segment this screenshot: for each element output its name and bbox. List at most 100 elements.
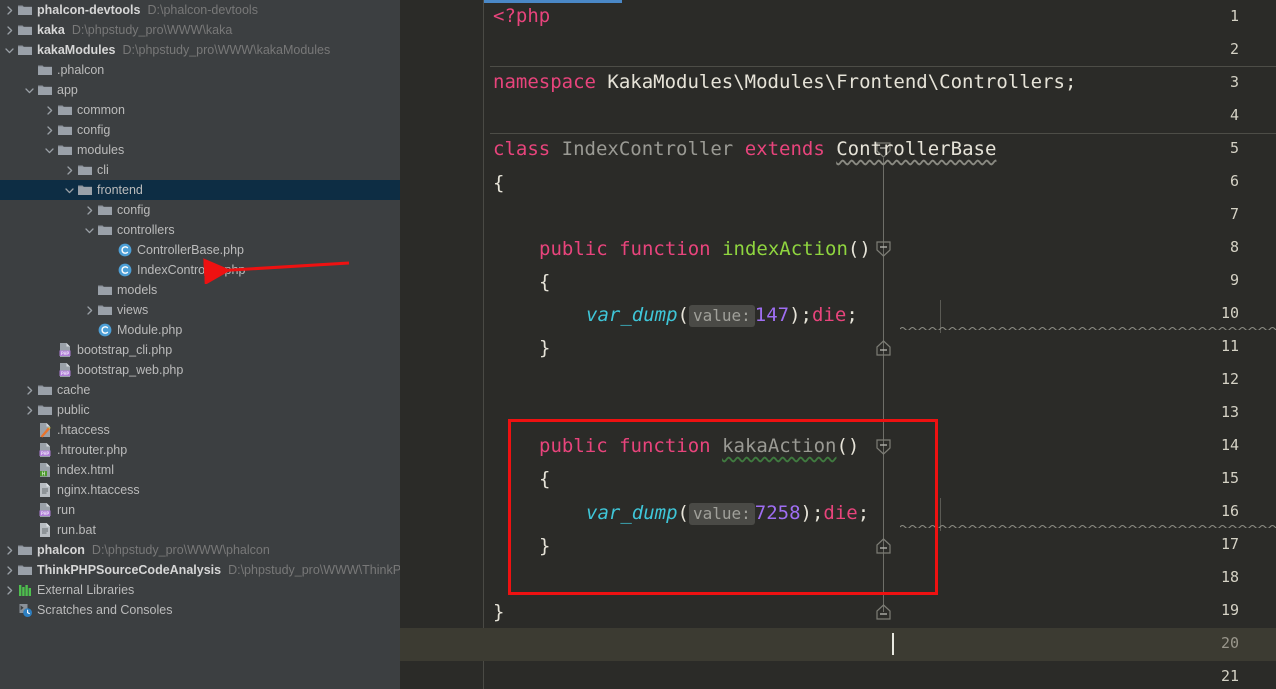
chevron-right-icon[interactable]: [4, 545, 15, 556]
code-line-14: public function kakaAction(): [493, 430, 859, 463]
tree-row-thinkphpsourcecodeanalysis[interactable]: ThinkPHPSourceCodeAnalysis D:\phpstudy_pr…: [0, 560, 400, 580]
keyword-namespace: namespace: [493, 71, 596, 93]
tree-item-label: cli: [97, 163, 109, 177]
semicolon: ;: [857, 502, 870, 524]
semicolon: ;: [1064, 71, 1077, 93]
folder-icon: [17, 562, 33, 578]
folder-icon: [57, 142, 73, 158]
tree-item-label: index.html: [57, 463, 114, 477]
tree-row-config[interactable]: config: [0, 120, 400, 140]
folder-icon: [17, 2, 33, 18]
tree-item-label: run: [57, 503, 76, 517]
tree-row--phalcon[interactable]: .phalcon: [0, 60, 400, 80]
open-brace: {: [493, 172, 505, 194]
project-tool-window[interactable]: phalcon-devtools D:\phalcon-devtools kaka D…: [0, 0, 400, 689]
tree-item-label: Module.php: [117, 323, 183, 337]
tree-item-label: phalcon: [37, 543, 85, 557]
tree-item-label: .phalcon: [57, 63, 105, 77]
tree-row--htaccess[interactable]: .htaccess: [0, 420, 400, 440]
chevron-right-icon[interactable]: [84, 205, 95, 216]
chevron-right-icon[interactable]: [4, 585, 15, 596]
chevron-down-icon[interactable]: [4, 45, 15, 56]
tree-row-nginx-htaccess[interactable]: nginx.htaccess: [0, 480, 400, 500]
code-line-6: {: [493, 167, 504, 200]
tree-item-label: nginx.htaccess: [57, 483, 140, 497]
tree-row-app[interactable]: app: [0, 80, 400, 100]
tree-row-frontend[interactable]: frontend: [0, 180, 400, 200]
tree-item-label: External Libraries: [37, 583, 135, 597]
php-open-tag: <?php: [493, 5, 551, 27]
close-paren-semicolon: );: [789, 304, 812, 326]
tree-row-kaka[interactable]: kaka D:\phpstudy_pro\WWW\kaka: [0, 20, 400, 40]
tree-row-phalcon[interactable]: phalcon D:\phpstudy_pro\WWW\phalcon: [0, 540, 400, 560]
tree-item-label: common: [77, 103, 125, 117]
tree-item-label: kaka: [37, 23, 65, 37]
tree-row-module-php[interactable]: Module.php: [0, 320, 400, 340]
chevron-right-icon[interactable]: [84, 305, 95, 316]
tree-row-indexcontroller-php[interactable]: IndexController.php: [0, 260, 400, 280]
open-brace: {: [539, 468, 551, 490]
tree-row-run-bat[interactable]: run.bat: [0, 520, 400, 540]
chevron-right-icon[interactable]: [24, 385, 35, 396]
tree-row-kakamodules[interactable]: kakaModules D:\phpstudy_pro\WWW\kakaModul…: [0, 40, 400, 60]
chevron-down-icon[interactable]: [24, 85, 35, 96]
tree-row-config[interactable]: config: [0, 200, 400, 220]
tree-row-cli[interactable]: cli: [0, 160, 400, 180]
tree-item-path: D:\phalcon-devtools: [147, 3, 258, 17]
open-brace: {: [539, 271, 551, 293]
chevron-right-icon[interactable]: [4, 565, 15, 576]
ide-window: phalcon-devtools D:\phalcon-devtools kaka D…: [0, 0, 1276, 689]
method-name-indexAction: indexAction: [722, 238, 848, 260]
keyword-extends: extends: [744, 138, 825, 160]
tree-row-bootstrap-cli-php[interactable]: PHP bootstrap_cli.php: [0, 340, 400, 360]
tree-item-path: D:\phpstudy_pro\WWW\kakaModules: [122, 43, 331, 57]
tree-row-phalcon-devtools[interactable]: phalcon-devtools D:\phalcon-devtools: [0, 0, 400, 20]
php-class-icon: [97, 322, 113, 338]
tree-row-cache[interactable]: cache: [0, 380, 400, 400]
chevron-down-icon[interactable]: [84, 225, 95, 236]
tree-row-modules[interactable]: modules: [0, 140, 400, 160]
tree-row-common[interactable]: common: [0, 100, 400, 120]
chevron-right-icon[interactable]: [44, 125, 55, 136]
tree-item-path: D:\phpstudy_pro\WWW\kaka: [71, 23, 233, 37]
folder-icon: [17, 542, 33, 558]
code-text-layer[interactable]: <?php namespace KakaModules\Modules\Fron…: [400, 0, 1276, 689]
code-line-1: <?php: [493, 0, 550, 33]
namespace-path: KakaModules\Modules\Frontend\Controllers: [607, 71, 1065, 93]
tree-row-index-html[interactable]: Hindex.html: [0, 460, 400, 480]
tree-row-controllers[interactable]: controllers: [0, 220, 400, 240]
svg-text:PHP: PHP: [61, 351, 70, 357]
tree-item-label: .htrouter.php: [57, 443, 128, 457]
chevron-right-icon[interactable]: [4, 25, 15, 36]
tree-item-label: controllers: [117, 223, 175, 237]
tree-item-path: D:\phpstudy_pro\WWW\phalcon: [91, 543, 270, 557]
tree-row-run[interactable]: PHP run: [0, 500, 400, 520]
method-name-kakaAction: kakaAction: [722, 435, 837, 457]
chevron-right-icon[interactable]: [24, 405, 35, 416]
tree-row-external-libraries[interactable]: External Libraries: [0, 580, 400, 600]
tree-row-models[interactable]: models: [0, 280, 400, 300]
text-caret: [892, 633, 894, 655]
tree-row-controllerbase-php[interactable]: ControllerBase.php: [0, 240, 400, 260]
chevron-down-icon[interactable]: [44, 145, 55, 156]
tree-item-label: frontend: [97, 183, 143, 197]
tree-item-label: config: [77, 123, 111, 137]
chevron-right-icon[interactable]: [44, 105, 55, 116]
numeric-literal-147: 147: [754, 304, 790, 326]
tree-row-public[interactable]: public: [0, 400, 400, 420]
base-class-name: ControllerBase: [836, 138, 997, 160]
tree-row-bootstrap-web-php[interactable]: PHP bootstrap_web.php: [0, 360, 400, 380]
svg-text:PHP: PHP: [61, 371, 70, 377]
chevron-right-icon[interactable]: [64, 165, 75, 176]
code-line-11: }: [493, 332, 550, 365]
tree-row--htrouter-php[interactable]: PHP .htrouter.php: [0, 440, 400, 460]
chevron-down-icon[interactable]: [64, 185, 75, 196]
tree-row-views[interactable]: views: [0, 300, 400, 320]
function-call-var-dump: var_dump: [586, 502, 678, 524]
folder-icon: [37, 402, 53, 418]
chevron-right-icon[interactable]: [4, 5, 15, 16]
tree-item-label: ControllerBase.php: [137, 243, 245, 257]
tree-row-scratches-and-consoles[interactable]: Scratches and Consoles: [0, 600, 400, 620]
code-editor[interactable]: 1 2 3 4 5 6 7 8 9 10 11 12 13 14 15 16 17 18 19 20 21 <?php …: [400, 0, 1276, 689]
code-line-8: public function indexAction(): [493, 233, 871, 266]
